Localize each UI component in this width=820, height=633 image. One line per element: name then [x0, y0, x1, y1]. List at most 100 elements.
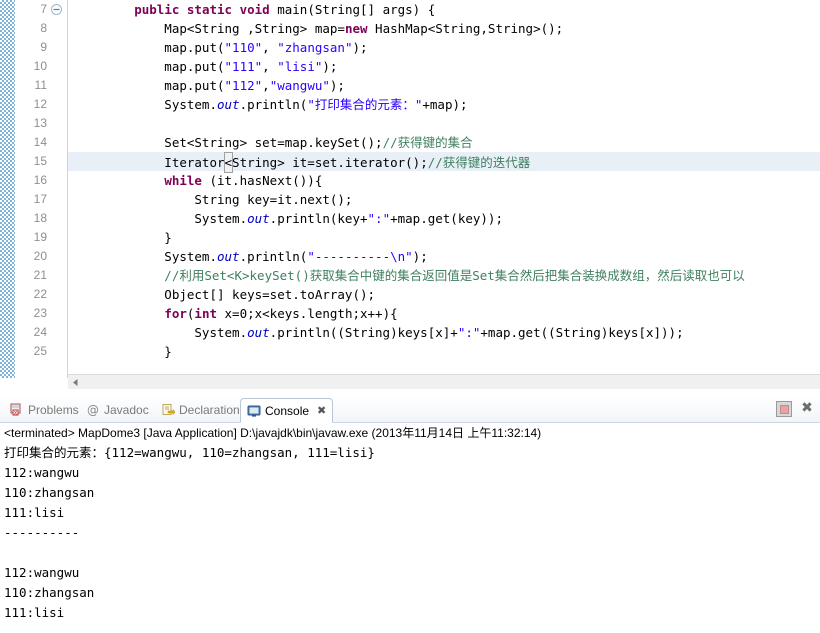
- line-number: 11: [34, 78, 47, 92]
- code-token: int: [194, 306, 225, 321]
- svg-text:@: @: [87, 403, 99, 417]
- console-view[interactable]: <terminated> MapDome3 [Java Application]…: [0, 423, 820, 633]
- tab-javadoc[interactable]: @ Javadoc: [80, 398, 155, 421]
- code-token: }: [74, 230, 172, 245]
- line-number: 16: [33, 173, 47, 187]
- editor-line-number-gutter: 7 8 9 10 11 12 13 14 15 16 17 18 19 20 21 22 23 24 25: [15, 0, 68, 378]
- line-number: 8: [40, 21, 47, 35]
- code-line[interactable]: }: [68, 342, 820, 361]
- code-token: Map<String ,String> map=: [74, 21, 345, 36]
- line-number: 15: [33, 154, 47, 168]
- console-output-line: 111:lisi: [4, 505, 65, 520]
- tab-console[interactable]: Console ✖: [240, 398, 334, 423]
- bottom-view-stack: x Problems @ Javadoc Declaration Console ✖ ✖ <…: [0, 396, 820, 633]
- code-token: }: [74, 344, 172, 359]
- fold-collapse-icon[interactable]: [51, 0, 63, 19]
- terminate-icon[interactable]: [776, 401, 792, 417]
- code-token: HashMap<String,String>();: [375, 21, 564, 36]
- code-token: //利用Set<K>keySet()获取集合中键的集合返回值是Set集合然后把集…: [74, 268, 745, 283]
- line-number: 7: [40, 2, 47, 16]
- view-tab-bar: x Problems @ Javadoc Declaration Console ✖ ✖: [0, 396, 820, 423]
- code-token: "打印集合的元素：": [307, 97, 423, 112]
- code-token: ,: [262, 40, 278, 55]
- code-token: +map.get(key));: [390, 211, 503, 226]
- code-token: "110": [224, 40, 263, 55]
- code-line[interactable]: System.out.println(key+":"+map.get(key))…: [68, 209, 820, 228]
- code-token: for: [164, 306, 187, 321]
- line-number: 20: [33, 249, 47, 263]
- code-line[interactable]: System.out.println((String)keys[x]+":"+m…: [68, 323, 820, 342]
- console-output: 打印集合的元素：{112=wangwu, 110=zhangsan, 111=l…: [0, 441, 820, 623]
- line-number: 24: [33, 325, 47, 339]
- console-status-line: <terminated> MapDome3 [Java Application]…: [4, 426, 542, 440]
- code-line[interactable]: [68, 114, 820, 133]
- close-icon[interactable]: ✖: [317, 404, 326, 417]
- line-number: 12: [33, 97, 47, 111]
- code-line[interactable]: for(int x=0;x<keys.length;x++){: [68, 304, 820, 323]
- console-output-line: ----------: [4, 525, 80, 540]
- tab-label: Console: [265, 403, 310, 418]
- remove-all-terminated-icon[interactable]: ✖: [800, 401, 814, 416]
- tab-label: Javadoc: [104, 402, 149, 417]
- code-token: );: [329, 78, 345, 93]
- code-line[interactable]: map.put("111", "lisi");: [68, 57, 820, 76]
- code-token: ,: [262, 59, 278, 74]
- annotation-overview-ruler[interactable]: [0, 0, 15, 378]
- code-line[interactable]: System.out.println("----------\n");: [68, 247, 820, 266]
- code-line[interactable]: Object[] keys=set.toArray();: [68, 285, 820, 304]
- declaration-icon: [161, 403, 176, 417]
- console-output-line: 111:lisi: [4, 605, 65, 620]
- code-token: "wangwu": [269, 78, 330, 93]
- javadoc-icon: @: [86, 403, 100, 417]
- console-output-line: 112:wangwu: [4, 565, 80, 580]
- java-editor[interactable]: 7 8 9 10 11 12 13 14 15 16 17 18 19 20 21 22 23 24 25 publ…: [0, 0, 820, 392]
- code-token: while: [164, 173, 210, 188]
- code-token: System.: [74, 211, 248, 226]
- code-line[interactable]: Map<String ,String> map=new HashMap<Stri…: [68, 19, 820, 38]
- code-line[interactable]: //利用Set<K>keySet()获取集合中键的集合返回值是Set集合然后把集…: [68, 266, 820, 285]
- code-line[interactable]: map.put("110", "zhangsan");: [68, 38, 820, 57]
- scroll-left-arrow[interactable]: [70, 377, 81, 388]
- tab-problems[interactable]: x Problems: [4, 398, 85, 421]
- line-number: 25: [33, 344, 47, 358]
- code-token: );: [352, 40, 368, 55]
- code-token: out: [217, 249, 240, 264]
- line-number: 13: [33, 116, 47, 130]
- code-token: out: [247, 211, 270, 226]
- code-token: .println((String)keys[x]+: [269, 325, 458, 340]
- code-line[interactable]: System.out.println("打印集合的元素："+map);: [68, 95, 820, 114]
- code-line[interactable]: Set<String> set=map.keySet();//获得键的集合: [68, 133, 820, 152]
- code-token: String> it=set.iterator();: [232, 155, 428, 170]
- tab-label: Declaration: [179, 402, 240, 417]
- code-line[interactable]: String key=it.next();: [68, 190, 820, 209]
- code-token: "112": [224, 78, 263, 93]
- console-output-line: 110:zhangsan: [4, 485, 95, 500]
- code-line[interactable]: map.put("112","wangwu");: [68, 76, 820, 95]
- line-number: 9: [40, 40, 47, 54]
- console-output-line: 112:wangwu: [4, 465, 80, 480]
- code-token: new: [344, 21, 376, 36]
- code-token: Iterator: [74, 155, 225, 170]
- code-line[interactable]: public static void main(String[] args) {: [68, 0, 820, 19]
- editor-horizontal-scrollbar[interactable]: [68, 374, 820, 390]
- console-output-line: 打印集合的元素：{112=wangwu, 110=zhangsan, 111=l…: [4, 445, 375, 460]
- code-line[interactable]: Iterator<String> it=set.iterator();//获得键…: [68, 152, 820, 173]
- code-token: .println(: [239, 249, 308, 264]
- code-token: System.: [74, 249, 217, 264]
- line-number: 19: [33, 230, 47, 244]
- editor-code-area[interactable]: public static void main(String[] args) {…: [68, 0, 820, 378]
- code-line[interactable]: }: [68, 228, 820, 247]
- problems-icon: x: [10, 403, 24, 417]
- tab-declaration[interactable]: Declaration: [155, 398, 246, 421]
- code-token: "zhangsan": [277, 40, 353, 55]
- console-toolbar: ✖: [776, 401, 814, 417]
- line-number: 22: [33, 287, 47, 301]
- code-token: "111": [224, 59, 263, 74]
- code-token: Set<String> set=map.keySet();: [74, 135, 383, 150]
- code-line[interactable]: while (it.hasNext()){: [68, 171, 820, 190]
- code-token: .println(: [239, 97, 308, 112]
- code-token: "----------\n": [307, 249, 413, 264]
- code-token: (it.hasNext()){: [209, 173, 323, 188]
